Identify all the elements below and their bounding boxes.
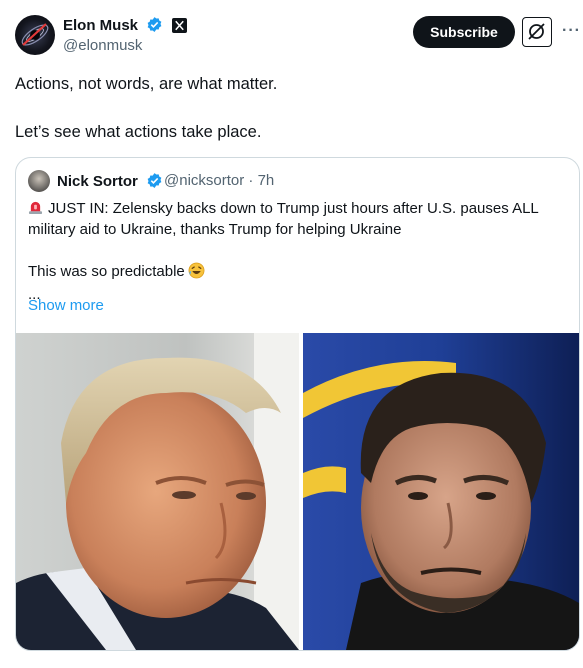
quoted-line-2-paragraph: This was so predictable: [28, 261, 568, 282]
verified-badge-icon: [147, 173, 162, 188]
subscribe-button[interactable]: Subscribe: [413, 16, 515, 48]
quoted-tweet-text: JUST IN: Zelensky backs down to Trump ju…: [28, 198, 568, 305]
quoted-ellipsis: ...: [28, 286, 41, 303]
grok-button[interactable]: [522, 17, 552, 47]
rotating-light-icon: [29, 201, 42, 214]
quoted-author-handle[interactable]: @nicksortor: [164, 172, 244, 189]
meta-separator: ·: [248, 172, 254, 189]
x-affiliate-badge-icon: [172, 18, 188, 33]
quoted-headline-paragraph: JUST IN: Zelensky backs down to Trump ju…: [28, 198, 568, 240]
galaxy-avatar-icon: [21, 23, 49, 46]
author-name[interactable]: Elon Musk: [63, 17, 138, 34]
quoted-author-name-row[interactable]: Nick Sortor: [57, 172, 163, 190]
tweet-line-2: Let’s see what actions take place.: [15, 123, 262, 141]
author-avatar[interactable]: [15, 15, 55, 55]
author-handle[interactable]: @elonmusk: [63, 37, 142, 54]
quoted-tweet-time[interactable]: 7h: [258, 172, 275, 189]
attached-photo[interactable]: [16, 333, 579, 650]
show-more-link[interactable]: Show more: [28, 297, 104, 314]
grok-icon: [528, 23, 545, 40]
more-options-icon[interactable]: ···: [562, 22, 581, 40]
rolling-laughing-icon: [188, 262, 205, 279]
tweet-text: Actions, not words, are what matter. Let…: [15, 73, 570, 143]
author-name-row[interactable]: Elon Musk: [63, 16, 188, 34]
tweet-line-1: Actions, not words, are what matter.: [15, 75, 278, 93]
quoted-author-avatar[interactable]: [28, 170, 50, 192]
quoted-tweet-card[interactable]: Nick Sortor @nicksortor · 7h JUST IN: Ze…: [15, 157, 580, 651]
quoted-headline: JUST IN: Zelensky backs down to Trump ju…: [28, 200, 539, 238]
quoted-author-name[interactable]: Nick Sortor: [57, 173, 138, 190]
verified-badge-icon: [147, 17, 162, 32]
quoted-author-meta: @nicksortor · 7h: [164, 172, 274, 189]
quoted-line-2: This was so predictable: [28, 263, 185, 280]
